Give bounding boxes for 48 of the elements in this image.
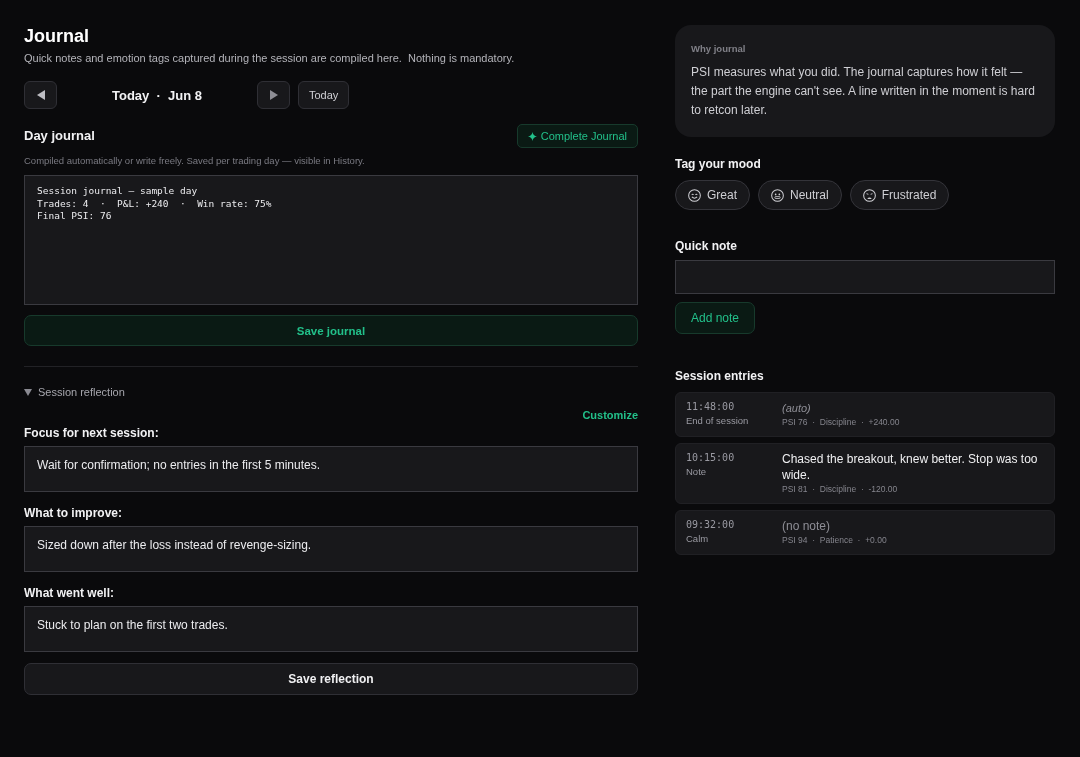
field-label: What to improve: [24, 506, 123, 520]
reflection-textarea[interactable]: Stuck to plan on the first two trades. [24, 606, 638, 652]
entry-note: (auto) [782, 401, 812, 416]
entry-time: 11:48:00 [686, 400, 736, 414]
section-title: Day journal [24, 128, 95, 144]
entry-source: Note [686, 465, 708, 478]
entry-source: Calm [686, 532, 710, 545]
page-title: Journal [24, 25, 90, 47]
entry-meta: PSI 81 · Discipline · -120.00 [782, 483, 899, 495]
next-day-button[interactable] [257, 81, 290, 109]
date-label: Today · Jun 8 [110, 87, 204, 103]
add-note-button[interactable]: Add note [675, 302, 755, 334]
save-reflection-button[interactable]: Save reflection [24, 663, 638, 695]
complete-journal-button[interactable]: Complete Journal [516, 124, 638, 148]
field-label: Quick note [675, 239, 738, 253]
reflection-textarea[interactable]: Sized down after the loss instead of revenge-sizing. [24, 526, 638, 572]
card-text: PSI measures what you did. The journal captures how it felt — the part the engine can't see. A line written in the moment is hard to retcon later. [691, 64, 1036, 119]
card-title: Why journal [691, 43, 747, 55]
today-button[interactable]: Today [298, 81, 350, 109]
save-journal-button[interactable]: Save journal [24, 315, 638, 346]
previous-day-button[interactable] [24, 81, 57, 109]
entry-source: End of session [686, 414, 750, 427]
journal-textarea[interactable]: Session journal — sample day Trades: 4 · P&L: +240 · Win rate: 75% Final PSI: 76 [24, 175, 638, 305]
mood-chip[interactable]: Great [675, 180, 750, 210]
entry-note: Chased the breakout, knew better. Stop was too wide. [782, 451, 1039, 483]
frowning-face-icon [862, 188, 876, 202]
mood-chip[interactable]: Frustrated [849, 180, 950, 210]
section-title: Tag your mood [675, 157, 762, 171]
reflection-textarea[interactable]: Wait for confirmation; no entries in the first 5 minutes. [24, 446, 638, 492]
mood-chip[interactable]: Neutral [758, 180, 842, 210]
entry-meta: PSI 94 · Patience · +0.00 [782, 534, 888, 546]
field-label: Focus for next session: [24, 426, 160, 440]
hint-text: Compiled automatically or write freely. Saved per trading day — visible in History. [24, 155, 366, 167]
field-label: What went well: [24, 586, 115, 600]
page-subtitle: Quick notes and emotion tags captured during the session are compiled here. Nothing is mandatory. [24, 51, 516, 65]
sparkle-icon [527, 131, 537, 141]
grimacing-face-icon [771, 188, 784, 202]
entry-meta: PSI 76 · Discipline · +240.00 [782, 416, 901, 428]
customize-link[interactable]: Customize [582, 408, 638, 422]
entry-note: (no note) [782, 518, 832, 534]
quick-note-input[interactable] [675, 260, 1055, 294]
triangle-left-icon [36, 90, 45, 100]
session-reflection-toggle[interactable]: Session reflection [24, 385, 125, 399]
entry-time: 09:32:00 [686, 518, 736, 532]
section-title: Session entries [675, 369, 765, 383]
entry-time: 10:15:00 [686, 451, 736, 465]
triangle-right-icon [269, 90, 278, 100]
smiling-face-icon [688, 188, 701, 202]
